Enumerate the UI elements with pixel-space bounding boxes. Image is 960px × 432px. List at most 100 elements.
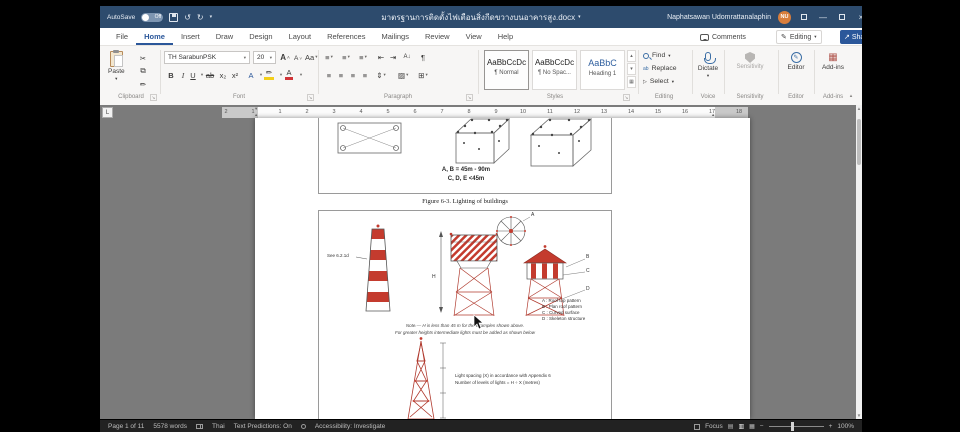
proofing-icon[interactable] bbox=[196, 424, 203, 429]
styles-dialog-launcher[interactable]: ↘ bbox=[623, 94, 630, 101]
numbering-button[interactable]: ≡ ▾ bbox=[341, 51, 351, 63]
borders-button[interactable]: ⊞ ▾ bbox=[418, 69, 428, 81]
restore-button[interactable] bbox=[836, 13, 848, 22]
styles-scroll-up-button[interactable]: ▴ bbox=[627, 50, 636, 62]
subscript-button[interactable]: x₂ bbox=[218, 69, 228, 81]
align-center-button[interactable]: ≡ bbox=[336, 69, 346, 81]
font-size-combo[interactable]: 20 ▾ bbox=[253, 51, 276, 64]
font-name-combo[interactable]: TH SarabunPSK ▾ bbox=[164, 51, 250, 64]
minimize-button[interactable]: — bbox=[817, 13, 829, 22]
strikethrough-button[interactable]: ab bbox=[205, 69, 215, 81]
tab-selector[interactable]: L bbox=[102, 107, 113, 118]
copy-button[interactable]: ⧉ bbox=[138, 65, 148, 77]
print-layout-icon[interactable]: ▥ bbox=[738, 423, 744, 430]
scroll-down-icon[interactable]: ▼ bbox=[856, 413, 862, 418]
cut-button[interactable]: ✂ bbox=[138, 52, 148, 64]
focus-button[interactable]: Focus bbox=[705, 423, 723, 430]
vertical-scrollbar[interactable]: ▲ ▼ bbox=[856, 105, 862, 419]
tab-draw[interactable]: Draw bbox=[208, 28, 242, 45]
page-indicator[interactable]: Page 1 of 11 bbox=[108, 423, 144, 430]
undo-icon[interactable]: ↺ bbox=[184, 13, 191, 22]
tab-layout[interactable]: Layout bbox=[281, 28, 320, 45]
tab-insert[interactable]: Insert bbox=[173, 28, 208, 45]
tab-references[interactable]: References bbox=[319, 28, 373, 45]
editor-button[interactable]: ✎ Editor bbox=[782, 52, 810, 71]
tab-mailings[interactable]: Mailings bbox=[373, 28, 417, 45]
italic-button[interactable]: I bbox=[178, 69, 188, 81]
quick-access-chevron-icon[interactable]: ▾ bbox=[210, 13, 213, 22]
document-page[interactable]: A, B = 45m - 90m C, D, E <45m Figure 6-3… bbox=[255, 118, 750, 419]
ribbon-display-options-icon[interactable] bbox=[798, 13, 810, 22]
styles-gallery-more-button[interactable]: ▦ bbox=[627, 76, 636, 88]
tab-help[interactable]: Help bbox=[490, 28, 521, 45]
paragraph-dialog-launcher[interactable]: ↘ bbox=[466, 94, 473, 101]
focus-icon[interactable] bbox=[694, 423, 701, 430]
zoom-out-button[interactable]: − bbox=[760, 423, 764, 430]
word-count[interactable]: 5578 words bbox=[153, 423, 187, 430]
tab-home[interactable]: Home bbox=[136, 28, 173, 45]
clipboard-dialog-launcher[interactable]: ↘ bbox=[150, 94, 157, 101]
autosave-toggle[interactable]: Off bbox=[141, 12, 164, 22]
zoom-slider-thumb[interactable] bbox=[790, 422, 794, 431]
style-card-no-spacing[interactable]: AaBbCcDc ¶ No Spac... bbox=[532, 50, 577, 90]
style-card-normal[interactable]: AaBbCcDc ¶ Normal bbox=[484, 50, 529, 90]
bold-button[interactable]: B bbox=[166, 69, 176, 81]
sensitivity-button[interactable]: Sensitivity bbox=[730, 52, 770, 70]
align-right-button[interactable]: ≡ bbox=[348, 69, 358, 81]
shading-button[interactable]: ▨ ▾ bbox=[398, 69, 408, 81]
scroll-up-icon[interactable]: ▲ bbox=[856, 106, 862, 111]
language-indicator[interactable]: Thai bbox=[212, 423, 225, 430]
save-icon[interactable] bbox=[169, 12, 179, 22]
styles-scroll-down-button[interactable]: ▾ bbox=[627, 63, 636, 75]
align-left-button[interactable]: ≡ bbox=[324, 69, 334, 81]
text-predictions[interactable]: Text Predictions: On bbox=[234, 423, 292, 430]
zoom-in-button[interactable]: + bbox=[829, 423, 833, 430]
format-painter-button[interactable]: ✏ bbox=[138, 78, 148, 90]
dictate-button[interactable]: Dictate ▾ bbox=[694, 52, 722, 79]
font-color-button[interactable]: A bbox=[284, 68, 294, 80]
accessibility-status[interactable]: Accessibility: Investigate bbox=[315, 423, 385, 430]
comments-button[interactable]: Comments bbox=[700, 30, 746, 44]
show-marks-button[interactable]: ¶ bbox=[418, 51, 428, 63]
document-title-area[interactable]: มาตรฐานการติดตั้งไฟเตือนสิ่งกีดขวางบนอาค… bbox=[381, 6, 580, 28]
share-button[interactable]: ↗ Share bbox=[840, 30, 862, 44]
tab-design[interactable]: Design bbox=[241, 28, 280, 45]
zoom-slider[interactable] bbox=[768, 422, 824, 431]
account-name[interactable]: Naphatsawan Udomrattanalaphin bbox=[667, 14, 771, 21]
multilevel-list-button[interactable]: ≡ ▾ bbox=[358, 51, 368, 63]
bullets-button[interactable]: ≡ ▾ bbox=[324, 51, 334, 63]
accessibility-icon[interactable] bbox=[300, 424, 306, 429]
justify-button[interactable]: ≡ bbox=[360, 69, 370, 81]
superscript-button[interactable]: x² bbox=[230, 69, 240, 81]
scrollbar-thumb[interactable] bbox=[857, 119, 861, 165]
ribbon-collapse-button[interactable]: ▴ bbox=[846, 90, 856, 102]
font-dialog-launcher[interactable]: ↘ bbox=[307, 94, 314, 101]
increase-indent-button[interactable]: ⇥ bbox=[388, 51, 398, 63]
replace-button[interactable]: ab Replace bbox=[643, 65, 677, 72]
paste-button[interactable]: Paste ▾ bbox=[108, 50, 125, 82]
font-color-chevron[interactable]: ▾ bbox=[296, 69, 306, 81]
style-card-heading1[interactable]: AaBbC Heading 1 bbox=[580, 50, 625, 90]
find-button[interactable]: Find ▾ bbox=[643, 52, 671, 59]
text-effects-button[interactable]: A bbox=[246, 69, 256, 81]
shrink-font-button[interactable]: A ˅ bbox=[293, 52, 303, 64]
decrease-indent-button[interactable]: ⇤ bbox=[376, 51, 386, 63]
first-line-indent-marker[interactable]: ▾ bbox=[255, 106, 257, 111]
change-case-button[interactable]: Aa ▾ bbox=[305, 51, 317, 63]
select-button[interactable]: ▷ Select ▾ bbox=[643, 78, 674, 85]
addins-button[interactable]: ▦ Add-ins bbox=[818, 52, 848, 71]
sort-button[interactable]: A↓ bbox=[402, 51, 412, 63]
web-layout-icon[interactable]: ▦ bbox=[749, 423, 755, 430]
zoom-percentage[interactable]: 100% bbox=[837, 423, 854, 430]
tab-file[interactable]: File bbox=[108, 28, 136, 45]
tab-view[interactable]: View bbox=[458, 28, 490, 45]
redo-icon[interactable]: ↻ bbox=[197, 13, 204, 22]
read-mode-icon[interactable]: ▤ bbox=[728, 423, 734, 430]
horizontal-ruler[interactable]: ▾ ▴ ▴ 2 1 1 2 3 4 5 6 7 8 9 10 11 12 13 14 15 16 17 18 bbox=[222, 106, 748, 118]
close-button[interactable]: × bbox=[855, 13, 862, 22]
highlight-button[interactable]: ✏ bbox=[264, 68, 274, 80]
grow-font-button[interactable]: A ˄ bbox=[280, 51, 290, 63]
tab-review[interactable]: Review bbox=[417, 28, 458, 45]
left-indent-marker[interactable]: ▴ bbox=[255, 112, 257, 117]
avatar[interactable]: NU bbox=[778, 10, 791, 24]
